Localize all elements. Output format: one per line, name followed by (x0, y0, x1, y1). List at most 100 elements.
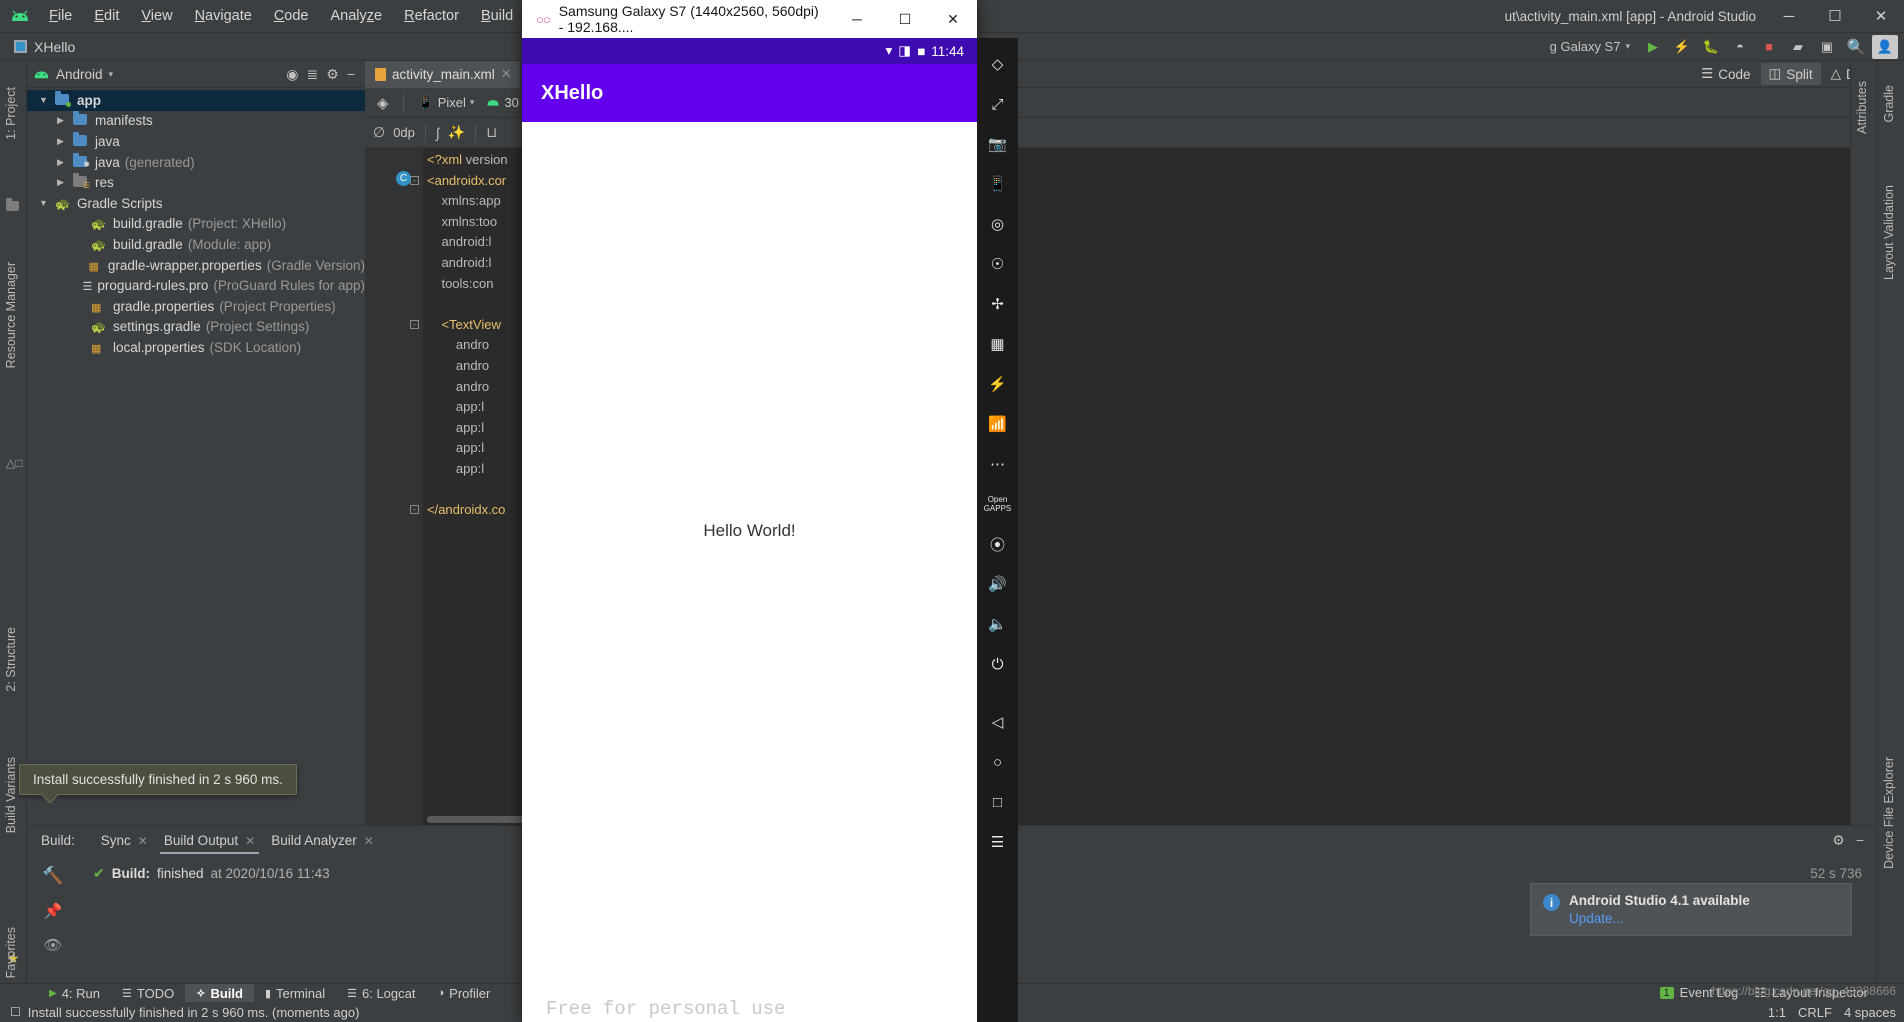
tree-item-gradle-wrapper-properties[interactable]: ▦ gradle-wrapper.properties (Gradle Versio… (27, 255, 366, 276)
tree-arrow-icon[interactable]: ▶ (57, 115, 73, 126)
close-icon[interactable]: ✕ (138, 834, 148, 848)
tree-item-java[interactable]: ▶ java (27, 131, 365, 152)
autoconnect-icon[interactable]: ∅ (373, 124, 385, 141)
sidebar-item-build-variants[interactable]: Build Variants (4, 751, 18, 839)
overview-icon[interactable]: □ (977, 782, 1018, 822)
code-line[interactable]: <?xml version (427, 152, 508, 167)
code-line[interactable]: <androidx.cor (427, 173, 506, 188)
device-selector[interactable]: g Galaxy S7 ▾ (1543, 35, 1637, 59)
code-line[interactable]: <TextView (427, 317, 500, 332)
sidebar-item-structure[interactable]: 2: Structure (4, 621, 18, 698)
infer-constraints-icon[interactable]: ✨ (448, 124, 465, 141)
project-view-selector[interactable]: Android (56, 67, 103, 82)
class-marker-icon[interactable]: C (396, 171, 411, 186)
tree-arrow-icon[interactable]: ▶ (57, 136, 73, 147)
search-everywhere-icon[interactable]: 🔍 (1843, 35, 1869, 59)
tab-logcat[interactable]: ☰ 6: Logcat (336, 984, 426, 1003)
sdk-manager-button[interactable]: ▰ (1785, 35, 1811, 59)
tab-terminal[interactable]: ▮ Terminal (254, 984, 336, 1003)
tab-sync[interactable]: Sync ✕ (93, 828, 156, 853)
tree-item-build-gradle[interactable]: 🐢 build.gradle (Project: XHello) (27, 214, 365, 235)
emulator-window[interactable]: ○○ Samsung Galaxy S7 (1440x2560, 560dpi)… (522, 0, 1018, 1022)
code-line[interactable]: android:l (427, 234, 491, 249)
screenshot-icon[interactable]: 📷 (977, 124, 1018, 164)
default-margin-value[interactable]: 0dp (393, 125, 415, 140)
hide-build-panel-icon[interactable]: − (1856, 832, 1864, 849)
profile-button[interactable]: ◓ (1727, 35, 1753, 59)
menu-navigate[interactable]: Navigate (184, 5, 263, 27)
tab-build-analyzer[interactable]: Build Analyzer ✕ (263, 828, 382, 853)
menu-file[interactable]: File (38, 5, 83, 27)
tab-activity-main-xml[interactable]: activity_main.xml ✕ (365, 60, 520, 88)
caret-position[interactable]: 1:1 (1768, 1005, 1786, 1020)
device-dropdown[interactable]: 📱 Pixel ▾ (414, 93, 479, 113)
more-icon[interactable]: ⋯ (977, 444, 1018, 484)
code-line[interactable]: andro (427, 337, 489, 352)
tree-arrow-icon[interactable]: ▶ (57, 157, 73, 168)
menu-icon[interactable]: ☰ (977, 822, 1018, 862)
sidebar-item-gradle[interactable]: Gradle (1882, 79, 1896, 129)
tree-item-java[interactable]: ▶ ✺ java (generated) (27, 152, 365, 173)
code-line[interactable]: andro (427, 379, 489, 394)
menu-edit[interactable]: Edit (83, 5, 130, 27)
close-panel-icon[interactable]: ◇ (977, 44, 1018, 84)
sidebar-item-project[interactable]: 1: Project (4, 81, 18, 146)
code-line[interactable]: app:l (427, 420, 484, 435)
baseline-align-icon[interactable]: ⊔ (486, 124, 497, 141)
chevron-down-icon[interactable]: ▾ (109, 69, 114, 80)
debug-button[interactable]: 🐛 (1698, 35, 1724, 59)
tree-item-res[interactable]: ▶ ☰ res (27, 172, 365, 193)
close-icon[interactable]: ✕ (501, 66, 512, 82)
apply-changes-button[interactable]: ⚡ (1669, 35, 1695, 59)
hammer-icon[interactable]: 🔨 (42, 866, 63, 886)
mode-code[interactable]: ☰ Code (1693, 63, 1758, 85)
code-line[interactable]: tools:con (427, 276, 493, 291)
tree-arrow-icon[interactable]: ▼ (39, 198, 55, 208)
tab-build[interactable]: ✧ Build (185, 983, 254, 1003)
code-line[interactable]: app:l (427, 399, 484, 414)
code-line[interactable]: andro (427, 358, 489, 373)
sidebar-item-device-file-explorer[interactable]: Device File Explorer (1882, 751, 1896, 875)
settings-gear-icon[interactable]: ⚙ (326, 66, 339, 83)
code-line[interactable]: app:l (427, 440, 484, 455)
tree-item-gradle-scripts[interactable]: ▼ 🐢 Gradle Scripts (27, 193, 365, 214)
sidebar-item-attributes[interactable]: Attributes (1855, 75, 1869, 140)
minimize-button[interactable]: ─ (1766, 0, 1812, 33)
rotate-icon[interactable]: 📱 (977, 164, 1018, 204)
code-fold-icon[interactable]: - (410, 505, 419, 515)
code-line[interactable]: xmlns:too (427, 214, 497, 229)
menu-view[interactable]: View (130, 5, 183, 27)
opengapps-icon[interactable]: Open GAPPS (977, 484, 1018, 524)
home-icon[interactable]: ○ (977, 742, 1018, 782)
close-button[interactable]: ✕ (1858, 0, 1904, 33)
location-icon[interactable]: ☉ (977, 244, 1018, 284)
run-button[interactable]: ▶ (1640, 35, 1666, 59)
indent-setting[interactable]: 4 spaces (1844, 1005, 1896, 1020)
tree-item-app[interactable]: ▼ app (27, 90, 365, 111)
tab-run[interactable]: ▶ 4: Run (38, 984, 111, 1003)
sidebar-item-favorites[interactable]: Favorites (4, 921, 18, 984)
power-icon[interactable]: ⏻ (977, 644, 1018, 684)
tree-arrow-icon[interactable]: ▼ (39, 95, 55, 105)
avd-manager-button[interactable]: ▣ (1814, 35, 1840, 59)
code-line[interactable]: android:l (427, 255, 491, 270)
maximize-button[interactable]: ☐ (1812, 0, 1858, 33)
sidebar-item-resource-manager[interactable]: Resource Manager (4, 256, 18, 374)
build-settings-gear-icon[interactable]: ⚙ (1832, 832, 1845, 849)
tab-todo[interactable]: ☰ TODO (111, 984, 185, 1003)
battery-bolt-icon[interactable]: ⚡ (977, 364, 1018, 404)
locate-file-icon[interactable]: ◉ (286, 66, 298, 83)
volume-up-icon[interactable]: 🔊 (977, 564, 1018, 604)
design-surface-toggle[interactable]: ◈ (373, 92, 393, 114)
pin-icon[interactable]: 📌 (44, 902, 63, 920)
tree-arrow-icon[interactable]: ▶ (57, 177, 73, 188)
emulator-maximize-button[interactable]: ☐ (881, 0, 929, 38)
sidebar-item-layout-validation[interactable]: Layout Validation (1882, 179, 1896, 286)
volume-down-icon[interactable]: 🔈 (977, 604, 1018, 644)
resource-shapes-icon[interactable]: △□ (6, 456, 22, 470)
update-notification[interactable]: i Android Studio 4.1 available Update... (1530, 883, 1852, 936)
tree-item-gradle-properties[interactable]: ▦ gradle.properties (Project Properties) (27, 296, 365, 317)
eye-icon[interactable]: 👁 (43, 936, 62, 954)
tree-item-build-gradle[interactable]: 🐢 build.gradle (Module: app) (27, 234, 365, 255)
tree-item-settings-gradle[interactable]: 🐢 settings.gradle (Project Settings) (27, 317, 365, 338)
